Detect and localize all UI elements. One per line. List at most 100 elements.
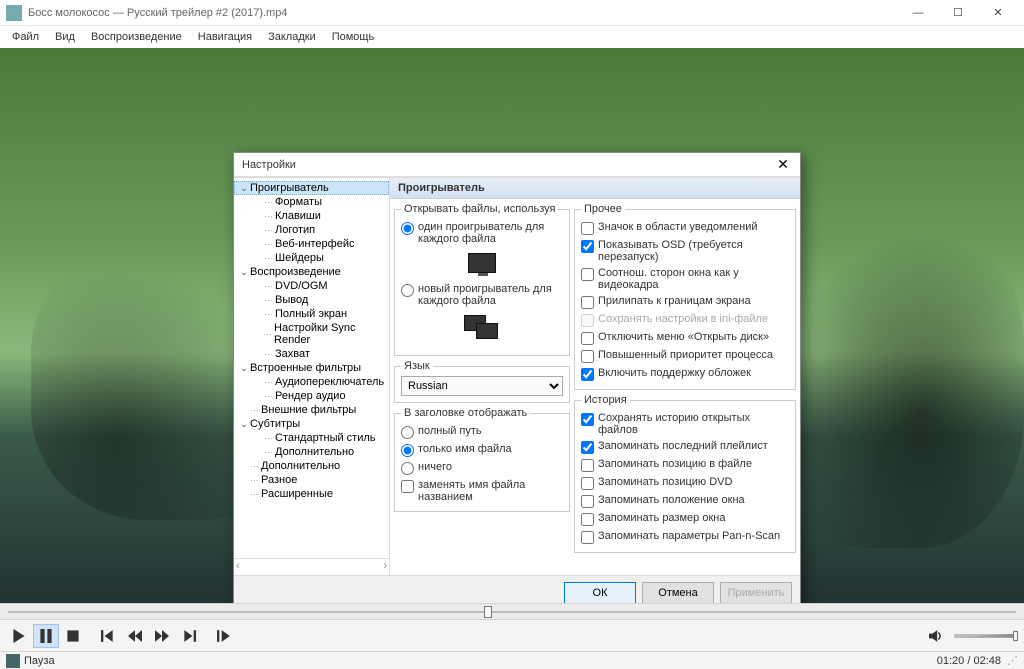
check-covers[interactable]: Включить поддержку обложек [581, 365, 789, 383]
rewind-button[interactable] [122, 624, 148, 648]
forward-button[interactable] [149, 624, 175, 648]
maximize-button[interactable]: ☐ [938, 0, 978, 26]
tree-item-5[interactable]: ⋯Шейдеры [234, 251, 389, 265]
playback-controls [0, 619, 1024, 651]
tree-item-label: Субтитры [250, 418, 300, 430]
check-snap[interactable]: Прилипать к границам экрана [581, 293, 789, 311]
tree-item-2[interactable]: ⋯Клавиши [234, 209, 389, 223]
panel-title: Проигрыватель [390, 178, 800, 199]
volume-slider[interactable] [954, 634, 1018, 638]
language-legend: Язык [401, 360, 433, 372]
tree-item-label: Вывод [275, 294, 308, 306]
tree-item-3[interactable]: ⋯Логотип [234, 223, 389, 237]
chevron-down-icon: ⌄ [238, 363, 250, 374]
menu-file[interactable]: Файл [4, 29, 47, 45]
check-hist-dvd[interactable]: Запоминать позицию DVD [581, 474, 789, 492]
tree-item-label: Рендер аудио [275, 390, 346, 402]
tree-item-label: Дополнительно [261, 460, 340, 472]
tree-item-19[interactable]: ⋯Дополнительно [234, 459, 389, 473]
pause-button[interactable] [33, 624, 59, 648]
close-button[interactable]: ✕ [978, 0, 1018, 26]
tree-item-4[interactable]: ⋯Веб-интерфейс [234, 237, 389, 251]
ok-button[interactable]: ОК [564, 582, 636, 604]
radio-nothing[interactable]: ничего [401, 459, 563, 477]
tree-item-18[interactable]: ⋯Дополнительно [234, 445, 389, 459]
check-tray-icon[interactable]: Значок в области уведомлений [581, 219, 789, 237]
resize-grip-icon[interactable]: ⋰ [1007, 654, 1018, 667]
minimize-button[interactable]: — [898, 0, 938, 26]
status-time: 01:20 / 02:48 [937, 655, 1001, 667]
tree-item-17[interactable]: ⋯Стандартный стиль [234, 431, 389, 445]
check-hist-pns[interactable]: Запоминать параметры Pan-n-Scan [581, 528, 789, 546]
status-icon [6, 654, 20, 668]
tree-item-label: Логотип [275, 224, 315, 236]
tree-item-1[interactable]: ⋯Форматы [234, 195, 389, 209]
apply-button[interactable]: Применить [720, 582, 792, 604]
radio-full-path[interactable]: полный путь [401, 423, 563, 441]
tree-item-13[interactable]: ⋯Аудиопереключатель [234, 375, 389, 389]
history-legend: История [581, 394, 630, 406]
tree-item-label: Встроенные фильтры [250, 362, 361, 374]
check-disable-open-disk[interactable]: Отключить меню «Открыть диск» [581, 329, 789, 347]
chevron-down-icon: ⌄ [238, 267, 250, 278]
tree-item-8[interactable]: ⋯Вывод [234, 293, 389, 307]
menu-navigation[interactable]: Навигация [190, 29, 260, 45]
menu-view[interactable]: Вид [47, 29, 83, 45]
mute-button[interactable] [923, 624, 949, 648]
title-display-legend: В заголовке отображать [401, 407, 530, 419]
history-group: История Сохранять историю открытых файло… [574, 394, 796, 553]
check-hist-files[interactable]: Сохранять историю открытых файлов [581, 410, 789, 438]
next-button[interactable] [176, 624, 202, 648]
tree-item-16[interactable]: ⌄Субтитры [234, 417, 389, 431]
play-button[interactable] [6, 624, 32, 648]
tree-item-20[interactable]: ⋯Разное [234, 473, 389, 487]
video-area[interactable]: BOXPROGRAMS.RU Настройки ✕ ⌄Проигрывател… [0, 48, 1024, 603]
tree-item-label: Захват [275, 348, 310, 360]
other-group: Прочее Значок в области уведомлений Пока… [574, 203, 796, 390]
dialog-titlebar[interactable]: Настройки ✕ [234, 153, 800, 177]
tree-item-label: Аудиопереключатель [275, 376, 384, 388]
radio-one-player[interactable]: один проигрыватель для каждого файла [401, 219, 563, 247]
stop-button[interactable] [60, 624, 86, 648]
tree-item-21[interactable]: ⋯Расширенные [234, 487, 389, 501]
check-hist-pos[interactable]: Запоминать позицию в файле [581, 456, 789, 474]
menu-bar: Файл Вид Воспроизведение Навигация Закла… [0, 26, 1024, 48]
tree-item-0[interactable]: ⌄Проигрыватель [234, 181, 389, 195]
tree-item-12[interactable]: ⌄Встроенные фильтры [234, 361, 389, 375]
check-replace-name[interactable]: заменять имя файла названием [401, 477, 563, 505]
tree-item-7[interactable]: ⋯DVD/OGM [234, 279, 389, 293]
radio-new-player[interactable]: новый проигрыватель для каждого файла [401, 281, 563, 309]
cancel-button[interactable]: Отмена [642, 582, 714, 604]
tree-scrollbar[interactable]: ‹› [234, 558, 389, 572]
tree-item-14[interactable]: ⋯Рендер аудио [234, 389, 389, 403]
radio-file-name[interactable]: только имя файла [401, 441, 563, 459]
volume-thumb[interactable] [1013, 631, 1018, 641]
check-hist-playlist[interactable]: Запоминать последний плейлист [581, 438, 789, 456]
volume-control [923, 624, 1018, 648]
check-high-priority[interactable]: Повышенный приоритет процесса [581, 347, 789, 365]
tree-item-11[interactable]: ⋯Захват [234, 347, 389, 361]
tree-item-6[interactable]: ⌄Воспроизведение [234, 265, 389, 279]
prev-button[interactable] [95, 624, 121, 648]
monitor-icon [468, 253, 496, 273]
menu-help[interactable]: Помощь [324, 29, 383, 45]
tree-item-label: Настройки Sync Render [274, 322, 385, 346]
language-select[interactable]: Russian [401, 376, 563, 396]
app-icon [6, 5, 22, 21]
check-hist-winpos[interactable]: Запоминать положение окна [581, 492, 789, 510]
status-bar: Пауза 01:20 / 02:48 ⋰ [0, 651, 1024, 669]
dialog-close-icon[interactable]: ✕ [774, 156, 792, 174]
tree-item-9[interactable]: ⋯Полный экран [234, 307, 389, 321]
step-button[interactable] [211, 624, 237, 648]
seek-bar[interactable] [0, 603, 1024, 619]
check-osd[interactable]: Показывать OSD (требуется перезапуск) [581, 237, 789, 265]
seek-thumb[interactable] [484, 606, 492, 618]
check-aspect[interactable]: Соотнош. сторон окна как у видеокадра [581, 265, 789, 293]
settings-tree[interactable]: ⌄Проигрыватель⋯Форматы⋯Клавиши⋯Логотип⋯В… [234, 178, 390, 575]
menu-playback[interactable]: Воспроизведение [83, 29, 190, 45]
tree-item-10[interactable]: ⋯Настройки Sync Render [234, 321, 389, 347]
tree-item-15[interactable]: ⋯Внешние фильтры [234, 403, 389, 417]
check-hist-winsize[interactable]: Запоминать размер окна [581, 510, 789, 528]
menu-bookmarks[interactable]: Закладки [260, 29, 324, 45]
status-text: Пауза [24, 655, 55, 667]
